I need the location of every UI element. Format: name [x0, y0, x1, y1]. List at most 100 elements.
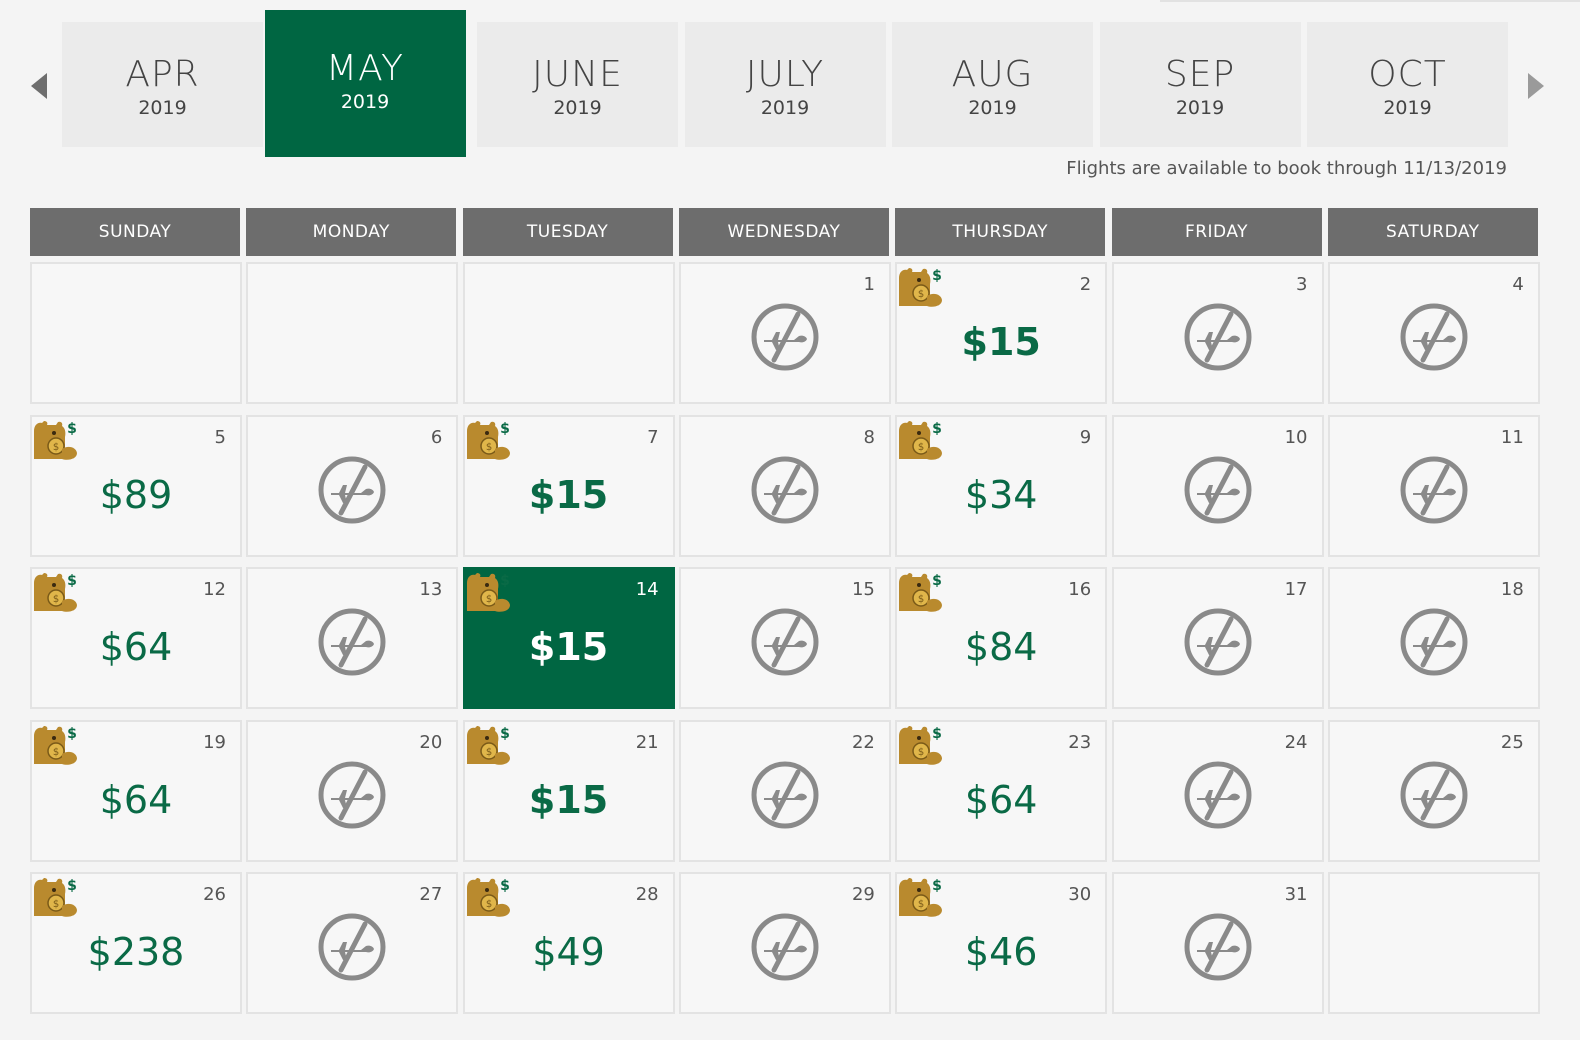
- fare-price[interactable]: $15: [465, 625, 673, 669]
- no-flight-icon: [318, 456, 386, 524]
- month-tab-july[interactable]: JULY 2019: [684, 22, 886, 147]
- day-number: 12: [203, 579, 226, 601]
- day-cell-11: 11: [1327, 414, 1540, 557]
- no-flight-icon: [1400, 761, 1468, 829]
- day-number: 15: [851, 579, 875, 601]
- day-cell-5[interactable]: 5 $ $ $89: [30, 414, 242, 557]
- month-name: JUNE: [532, 54, 623, 95]
- month-selector: APR 2019 MAY 2019 JUNE 2019 JULY 2019 AUG 2019 SEP…: [62, 10, 1519, 160]
- bear-money-icon: $$: [466, 725, 510, 765]
- empty-day-cell: [246, 262, 459, 404]
- day-cell-12[interactable]: 12 $ $ $64: [30, 567, 242, 710]
- svg-text:$: $: [932, 573, 942, 589]
- day-number: 4: [1512, 274, 1524, 295]
- day-number: 13: [419, 579, 443, 601]
- fare-price[interactable]: $238: [32, 930, 240, 974]
- day-number: 17: [1284, 579, 1308, 601]
- day-cell-2[interactable]: 2 $ $ $15: [895, 262, 1108, 404]
- bear-money-icon: $$: [34, 573, 77, 612]
- fare-price[interactable]: $64: [32, 778, 240, 822]
- day-cell-8: 8: [678, 414, 891, 557]
- month-tab-apr[interactable]: APR 2019: [62, 22, 263, 147]
- day-number: 10: [1284, 426, 1308, 448]
- day-cell-7[interactable]: 7 $ $ $15: [462, 414, 675, 557]
- day-cell-22: 22: [678, 719, 891, 862]
- day-cell-1: 1: [678, 262, 891, 404]
- bear-money-icon: $$: [899, 725, 943, 765]
- day-number: 29: [851, 884, 875, 906]
- svg-text:$: $: [67, 421, 77, 437]
- fare-price[interactable]: $84: [897, 625, 1105, 669]
- day-cell-19[interactable]: 19 $ $ $64: [30, 719, 242, 862]
- month-tab-sep[interactable]: SEP 2019: [1099, 22, 1301, 147]
- weekday-thursday: THURSDAY: [895, 208, 1106, 256]
- fare-price[interactable]: $34: [897, 473, 1105, 517]
- no-flight-icon: [318, 608, 386, 676]
- no-flight-icon: [751, 303, 819, 371]
- weekday-sunday: SUNDAY: [30, 208, 240, 256]
- svg-text:$: $: [53, 442, 59, 453]
- month-tab-aug[interactable]: AUG 2019: [892, 22, 1093, 147]
- day-number: 11: [1500, 426, 1524, 448]
- month-tab-oct[interactable]: OCT 2019: [1307, 22, 1508, 147]
- fare-price[interactable]: $15: [465, 473, 673, 517]
- fare-price[interactable]: $49: [465, 930, 673, 974]
- day-cell-13: 13: [246, 567, 459, 710]
- day-cell-9[interactable]: 9 $ $ $34: [895, 414, 1108, 557]
- day-cell-30[interactable]: 30 $ $ $46: [895, 872, 1108, 1015]
- month-name: SEP: [1164, 54, 1236, 95]
- no-flight-icon: [751, 456, 819, 524]
- fare-price[interactable]: $15: [465, 778, 673, 822]
- svg-text:$: $: [485, 899, 491, 910]
- day-cell-24: 24: [1111, 719, 1324, 862]
- month-tab-may[interactable]: MAY 2019: [264, 10, 466, 157]
- svg-text:$: $: [932, 268, 942, 284]
- day-cell-16[interactable]: 16 $ $ $84: [895, 567, 1108, 710]
- month-name: AUG: [951, 54, 1034, 95]
- day-cell-6: 6: [246, 414, 459, 557]
- day-cell-10: 10: [1111, 414, 1324, 557]
- day-cell-23[interactable]: 23 $ $ $64: [895, 719, 1108, 862]
- svg-text:$: $: [53, 899, 59, 910]
- fare-price[interactable]: $64: [897, 778, 1105, 822]
- svg-text:$: $: [485, 747, 491, 758]
- top-divider: [1160, 0, 1580, 2]
- day-number: 30: [1068, 884, 1092, 906]
- svg-text:$: $: [53, 594, 59, 605]
- svg-text:$: $: [918, 594, 924, 605]
- day-number: 22: [851, 731, 875, 753]
- fare-price[interactable]: $15: [897, 320, 1105, 364]
- day-cell-29: 29: [678, 872, 891, 1015]
- fare-price[interactable]: $89: [32, 473, 240, 517]
- no-flight-icon: [751, 913, 819, 981]
- bear-money-icon: $$: [34, 725, 77, 765]
- day-number: 3: [1296, 274, 1308, 295]
- svg-text:$: $: [500, 878, 510, 894]
- weekday-saturday: SATURDAY: [1327, 208, 1538, 256]
- day-cell-21[interactable]: 21 $ $ $15: [462, 719, 675, 862]
- month-name: APR: [125, 54, 200, 95]
- fare-price[interactable]: $64: [32, 625, 240, 669]
- day-number: 9: [1079, 426, 1092, 448]
- weekday-monday: MONDAY: [246, 208, 457, 256]
- day-cell-14[interactable]: 14 $ $ $15: [462, 567, 675, 710]
- svg-text:$: $: [932, 726, 942, 742]
- next-arrow-icon[interactable]: [1528, 73, 1544, 99]
- no-flight-icon: [318, 761, 386, 829]
- svg-text:$: $: [67, 726, 77, 742]
- day-number: 26: [203, 884, 226, 906]
- bear-money-icon: $$: [899, 573, 943, 612]
- prev-arrow-icon[interactable]: [31, 73, 47, 99]
- month-name: MAY: [326, 48, 404, 89]
- day-cell-28[interactable]: 28 $ $ $49: [462, 872, 675, 1015]
- calendar-grid: 1 2 $ $ $15 3 4 5 $ $ $89 6 7 $ $ $15 8 9 $ $ $34 10 11 12 $ $ $64…: [30, 262, 1541, 1017]
- fare-price[interactable]: $46: [897, 930, 1105, 974]
- day-cell-15: 15: [678, 567, 891, 710]
- empty-day-cell: [462, 262, 675, 404]
- day-number: 21: [635, 731, 659, 753]
- day-number: 7: [647, 426, 659, 448]
- day-number: 2: [1079, 274, 1092, 295]
- month-tab-june[interactable]: JUNE 2019: [477, 22, 678, 147]
- day-cell-26[interactable]: 26 $ $ $238: [30, 872, 242, 1015]
- svg-text:$: $: [932, 421, 942, 437]
